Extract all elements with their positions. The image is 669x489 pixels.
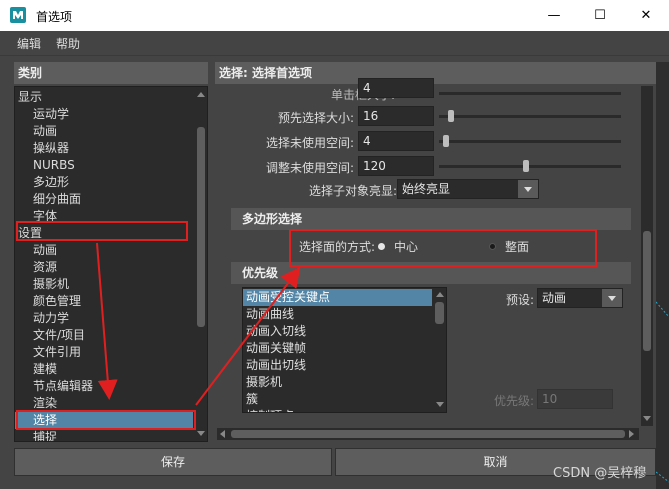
annotation-arrows: [96, 242, 301, 406]
arrow-down-icon: [96, 242, 118, 400]
watermark: CSDN @吴梓穆: [553, 466, 647, 481]
arrow-up-icon: [195, 266, 301, 406]
